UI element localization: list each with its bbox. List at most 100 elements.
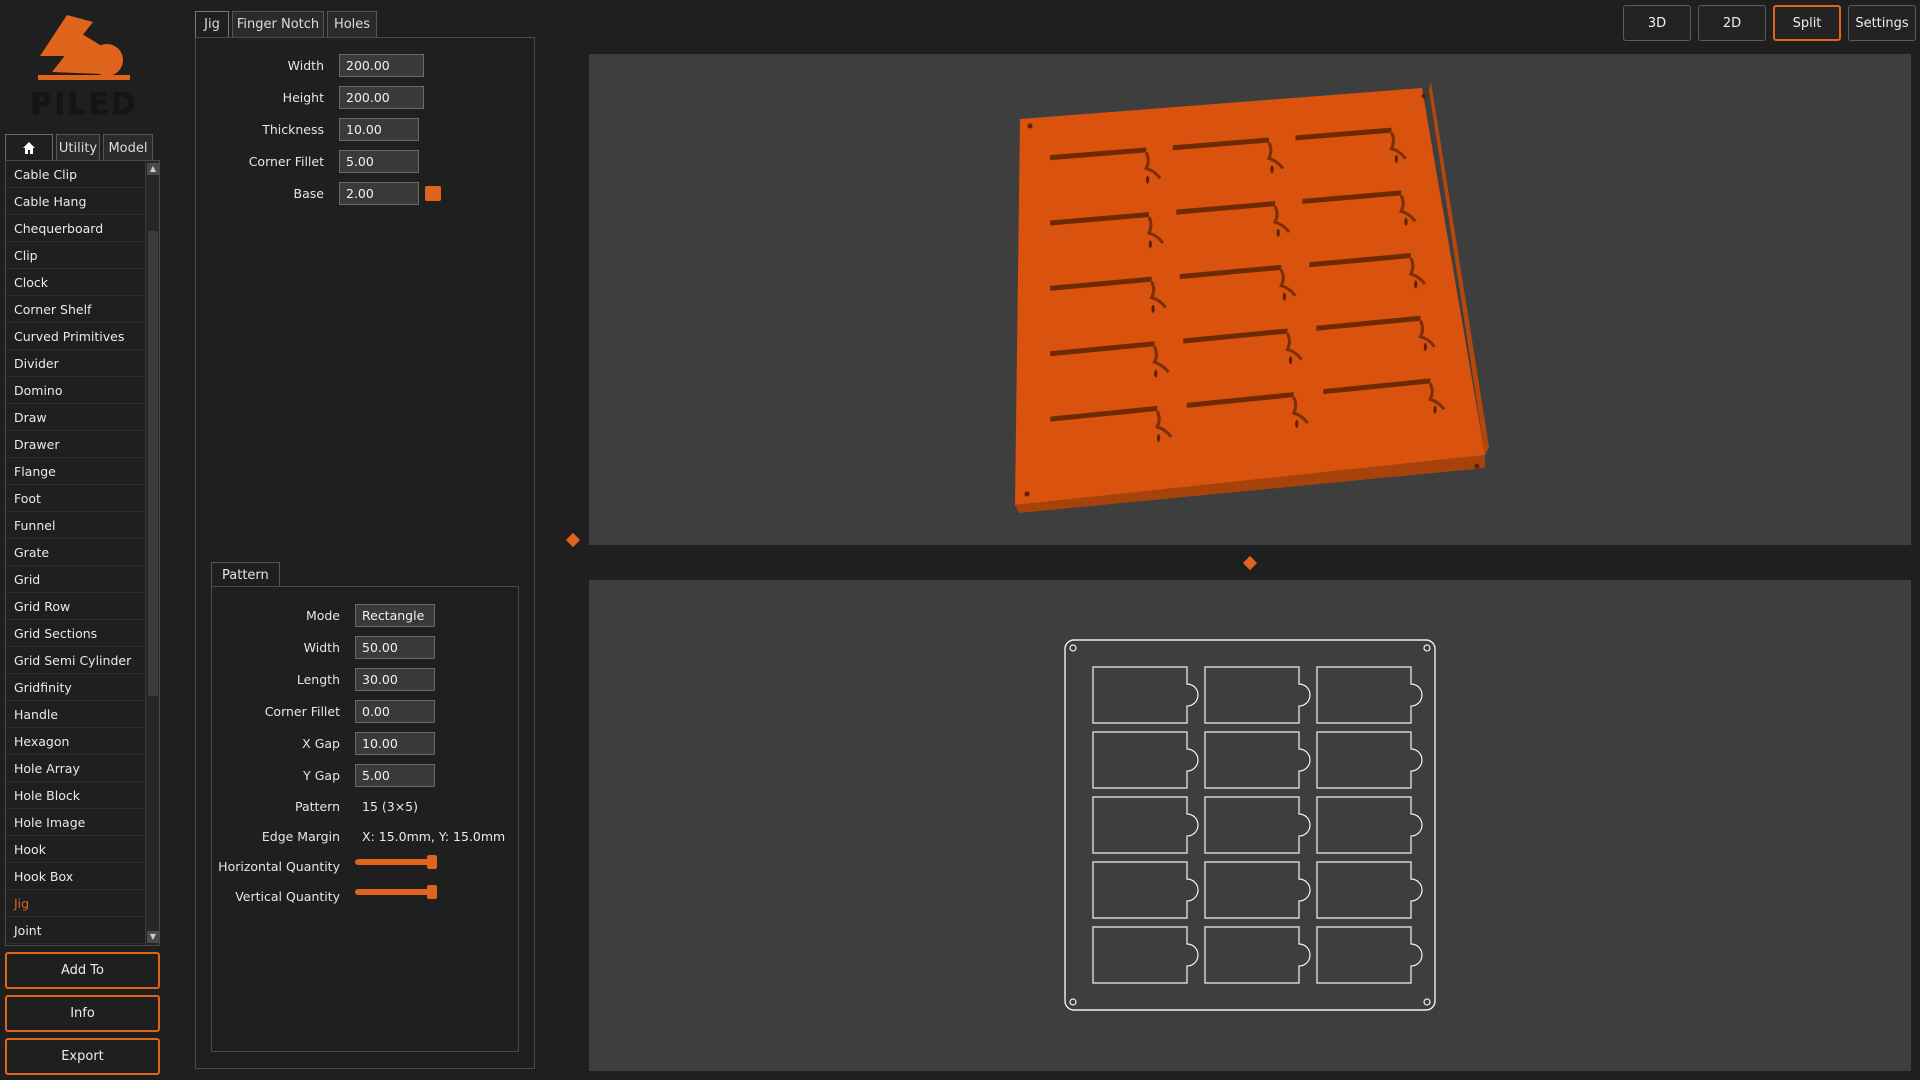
width-input[interactable]: 200.00 [339,53,424,77]
splitter-handle-icon[interactable] [565,532,581,548]
view-2d-button[interactable]: 2D [1698,5,1766,41]
tab-finger-notch[interactable]: Finger Notch [232,11,324,37]
tab-holes[interactable]: Holes [327,11,377,37]
mode-label: Mode [305,607,340,623]
list-item[interactable]: Grid [6,566,144,593]
list-item[interactable]: Hole Block [6,782,144,809]
base-label: Base [293,185,324,201]
list-item[interactable]: Grid Row [6,593,144,620]
cutout-hole [1404,217,1408,226]
splitter-handle-icon[interactable] [1242,555,1258,571]
list-item[interactable]: Cable Clip [6,161,144,188]
length-label: Length [296,671,340,687]
jig-outline [1064,639,1436,1011]
list-item[interactable]: Clock [6,269,144,296]
list-item[interactable]: Jig [6,890,144,917]
mode-select[interactable]: Rectangle [355,603,435,627]
slider-track [355,889,433,895]
list-scrollbar[interactable]: ▲ ▼ [145,161,159,945]
pattern-corner-fillet-row: Corner Fillet 0.00 [216,699,435,723]
jig-3d-model [1015,82,1489,513]
list-item[interactable]: Grid Semi Cylinder [6,647,144,674]
cutout-outline [1092,926,1199,984]
tab-pattern[interactable]: Pattern [211,562,280,587]
cutout-outline [1316,861,1423,919]
slider-handle[interactable] [427,855,437,869]
list-item[interactable]: Hook Box [6,863,144,890]
y-gap-row: Y Gap 5.00 [216,763,435,787]
list-item[interactable]: Foot [6,485,144,512]
pattern-corner-fillet-input[interactable]: 0.00 [355,699,435,723]
tab-home[interactable] [5,134,53,161]
list-item[interactable]: Gridfinity [6,674,144,701]
horizontal-quantity-slider[interactable] [355,855,437,869]
tab-model[interactable]: Model [103,134,153,161]
list-item[interactable]: Grate [6,539,144,566]
base-input[interactable]: 2.00 [339,181,419,205]
thickness-input[interactable]: 10.00 [339,117,419,141]
cutout-outline [1316,666,1423,724]
x-gap-input[interactable]: 10.00 [355,731,435,755]
cutout-hole [1156,434,1161,443]
list-item[interactable]: Joint [6,917,144,944]
list-item[interactable]: Drawer [6,431,144,458]
piled-logo: PILED [20,12,150,122]
base-row: Base 2.00 [200,181,441,205]
length-row: Length 30.00 [216,667,435,691]
pattern-count-row: Pattern 15 (3×5) [216,794,418,818]
list-item[interactable]: Draw [6,404,144,431]
length-input[interactable]: 30.00 [355,667,435,691]
list-item[interactable]: Divider [6,350,144,377]
list-item[interactable]: Corner Shelf [6,296,144,323]
corner-fillet-input[interactable]: 5.00 [339,149,419,173]
slider-handle[interactable] [427,885,437,899]
edge-margin-label: Edge Margin [261,828,340,844]
panel-tabs: Jig Finger Notch Holes [195,11,377,37]
cutout-outline [1316,926,1423,984]
base-color-swatch[interactable] [425,185,441,201]
list-item[interactable]: Funnel [6,512,144,539]
height-input[interactable]: 200.00 [339,85,424,109]
add-to-button[interactable]: Add To [5,952,160,989]
settings-button[interactable]: Settings [1848,5,1916,41]
list-item[interactable]: Hexagon [6,728,144,755]
width-label: Width [287,57,324,73]
horizontal-quantity-row: Horizontal Quantity [216,854,340,878]
2d-viewport[interactable] [589,580,1911,1071]
tab-utility[interactable]: Utility [56,134,100,161]
cutout-hole [1270,165,1274,174]
info-button[interactable]: Info [5,995,160,1032]
scroll-up-arrow-icon[interactable]: ▲ [147,163,159,175]
list-item[interactable]: Hole Array [6,755,144,782]
pattern-width-input[interactable]: 50.00 [355,635,435,659]
cutout-hole [1423,343,1427,352]
model-list: Cable Clip Cable Hang Chequerboard Clip Cloc… [5,160,160,946]
list-item[interactable]: Cable Hang [6,188,144,215]
y-gap-input[interactable]: 5.00 [355,763,435,787]
vertical-quantity-slider[interactable] [355,885,437,899]
tab-jig[interactable]: Jig [195,11,229,37]
list-item[interactable]: Grid Sections [6,620,144,647]
split-view-button[interactable]: Split [1773,5,1841,41]
list-item[interactable]: Hook [6,836,144,863]
cutout-hole [1282,292,1286,301]
list-item[interactable]: Domino [6,377,144,404]
cutout-outline [1204,796,1311,854]
list-item[interactable]: Clip [6,242,144,269]
x-gap-label: X Gap [302,735,340,751]
home-icon [23,142,35,154]
vertical-quantity-row: Vertical Quantity [216,884,340,908]
scroll-thumb[interactable] [148,231,158,696]
list-item[interactable]: Flange [6,458,144,485]
view-3d-button[interactable]: 3D [1623,5,1691,41]
list-item[interactable]: Chequerboard [6,215,144,242]
cutout-hole [1288,356,1293,365]
list-item[interactable]: Curved Primitives [6,323,144,350]
x-gap-row: X Gap 10.00 [216,731,435,755]
scroll-down-arrow-icon[interactable]: ▼ [147,931,159,943]
list-item[interactable]: Handle [6,701,144,728]
pattern-count-value: 15 (3×5) [362,798,419,814]
3d-viewport[interactable] [589,54,1911,545]
export-button[interactable]: Export [5,1038,160,1075]
list-item[interactable]: Hole Image [6,809,144,836]
